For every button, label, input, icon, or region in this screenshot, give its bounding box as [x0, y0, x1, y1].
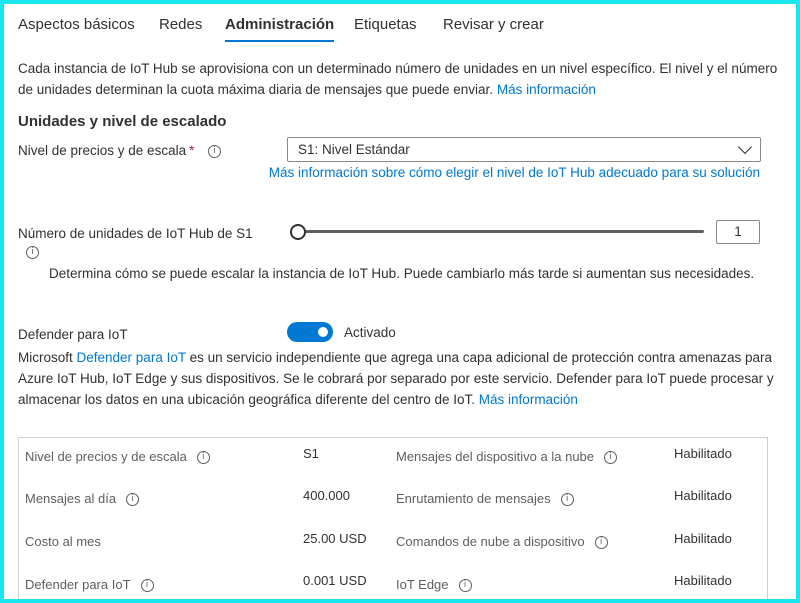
summary-label-edge: IoT Edge i	[396, 577, 472, 593]
tier-help-link[interactable]: Más información sobre cómo elegir el niv…	[269, 165, 760, 180]
tier-select-value: S1: Nivel Estándar	[298, 142, 410, 157]
info-icon[interactable]: i	[196, 451, 210, 465]
toggle-knob	[318, 327, 328, 337]
info-icon[interactable]: i	[604, 451, 618, 465]
required-asterisk: *	[189, 143, 195, 158]
info-icon[interactable]: i	[208, 144, 222, 158]
info-icon[interactable]: i	[26, 246, 39, 259]
defender-label: Defender para IoT	[18, 327, 128, 342]
units-number-input[interactable]: 1	[716, 220, 760, 244]
summary-value-routing: Habilitado	[674, 488, 732, 503]
info-icon[interactable]: i	[594, 536, 608, 550]
summary-label-d2c: Mensajes del dispositivo a la nube i	[396, 449, 618, 465]
summary-label-cost: Costo al mes	[25, 534, 101, 549]
summary-value-tier: S1	[303, 446, 319, 461]
tab-management[interactable]: Administración	[225, 16, 335, 42]
summary-value-d2c: Habilitado	[674, 446, 732, 461]
defender-description: Microsoft Defender para IoT es un servic…	[18, 347, 783, 410]
section-title-scale: Unidades y nivel de escalado	[18, 113, 227, 130]
units-note: Determina cómo se puede escalar la insta…	[49, 266, 755, 281]
summary-panel: Nivel de precios y de escala i S1 Mensaje…	[18, 437, 768, 603]
tab-basics[interactable]: Aspectos básicos	[18, 16, 135, 33]
info-icon[interactable]: i	[140, 579, 154, 593]
defender-toggle[interactable]	[287, 322, 333, 342]
summary-label-tier: Nivel de precios y de escala i	[25, 449, 210, 465]
tab-tags[interactable]: Etiquetas	[354, 16, 417, 33]
tier-field-label: Nivel de precios y de escala * i	[18, 143, 222, 158]
tier-select[interactable]: S1: Nivel Estándar	[287, 137, 761, 162]
intro-description: Cada instancia de IoT Hub se aprovisiona…	[18, 58, 778, 100]
summary-value-messages: 400.000	[303, 488, 350, 503]
summary-value-edge: Habilitado	[674, 573, 732, 588]
info-icon[interactable]: i	[458, 579, 472, 593]
summary-value-cost: 25.00 USD	[303, 531, 367, 546]
summary-value-c2d: Habilitado	[674, 531, 732, 546]
info-icon[interactable]: i	[126, 493, 140, 507]
summary-label-routing: Enrutamiento de mensajes i	[396, 491, 574, 507]
units-field-label: Número de unidades de IoT Hub de S1	[18, 226, 253, 241]
chevron-down-icon	[737, 139, 753, 155]
defender-link[interactable]: Defender para IoT	[77, 350, 186, 365]
info-icon[interactable]: i	[560, 493, 574, 507]
defender-toggle-state: Activado	[344, 325, 396, 340]
units-slider-thumb[interactable]	[290, 224, 306, 240]
summary-value-defender: 0.001 USD	[303, 573, 367, 588]
summary-label-defender: Defender para IoT i	[25, 577, 154, 593]
defender-learn-more-link[interactable]: Más información	[479, 392, 578, 407]
intro-text: Cada instancia de IoT Hub se aprovisiona…	[18, 61, 778, 97]
intro-learn-more-link[interactable]: Más información	[497, 82, 596, 97]
tab-networking[interactable]: Redes	[159, 16, 202, 33]
defender-desc-prefix: Microsoft	[18, 350, 77, 365]
summary-label-messages: Mensajes al día i	[25, 491, 140, 507]
tier-label-text: Nivel de precios y de escala	[18, 143, 187, 158]
units-slider-track[interactable]	[298, 230, 704, 233]
summary-label-c2d: Comandos de nube a dispositivo i	[396, 534, 608, 550]
tab-review-create[interactable]: Revisar y crear	[443, 16, 544, 33]
